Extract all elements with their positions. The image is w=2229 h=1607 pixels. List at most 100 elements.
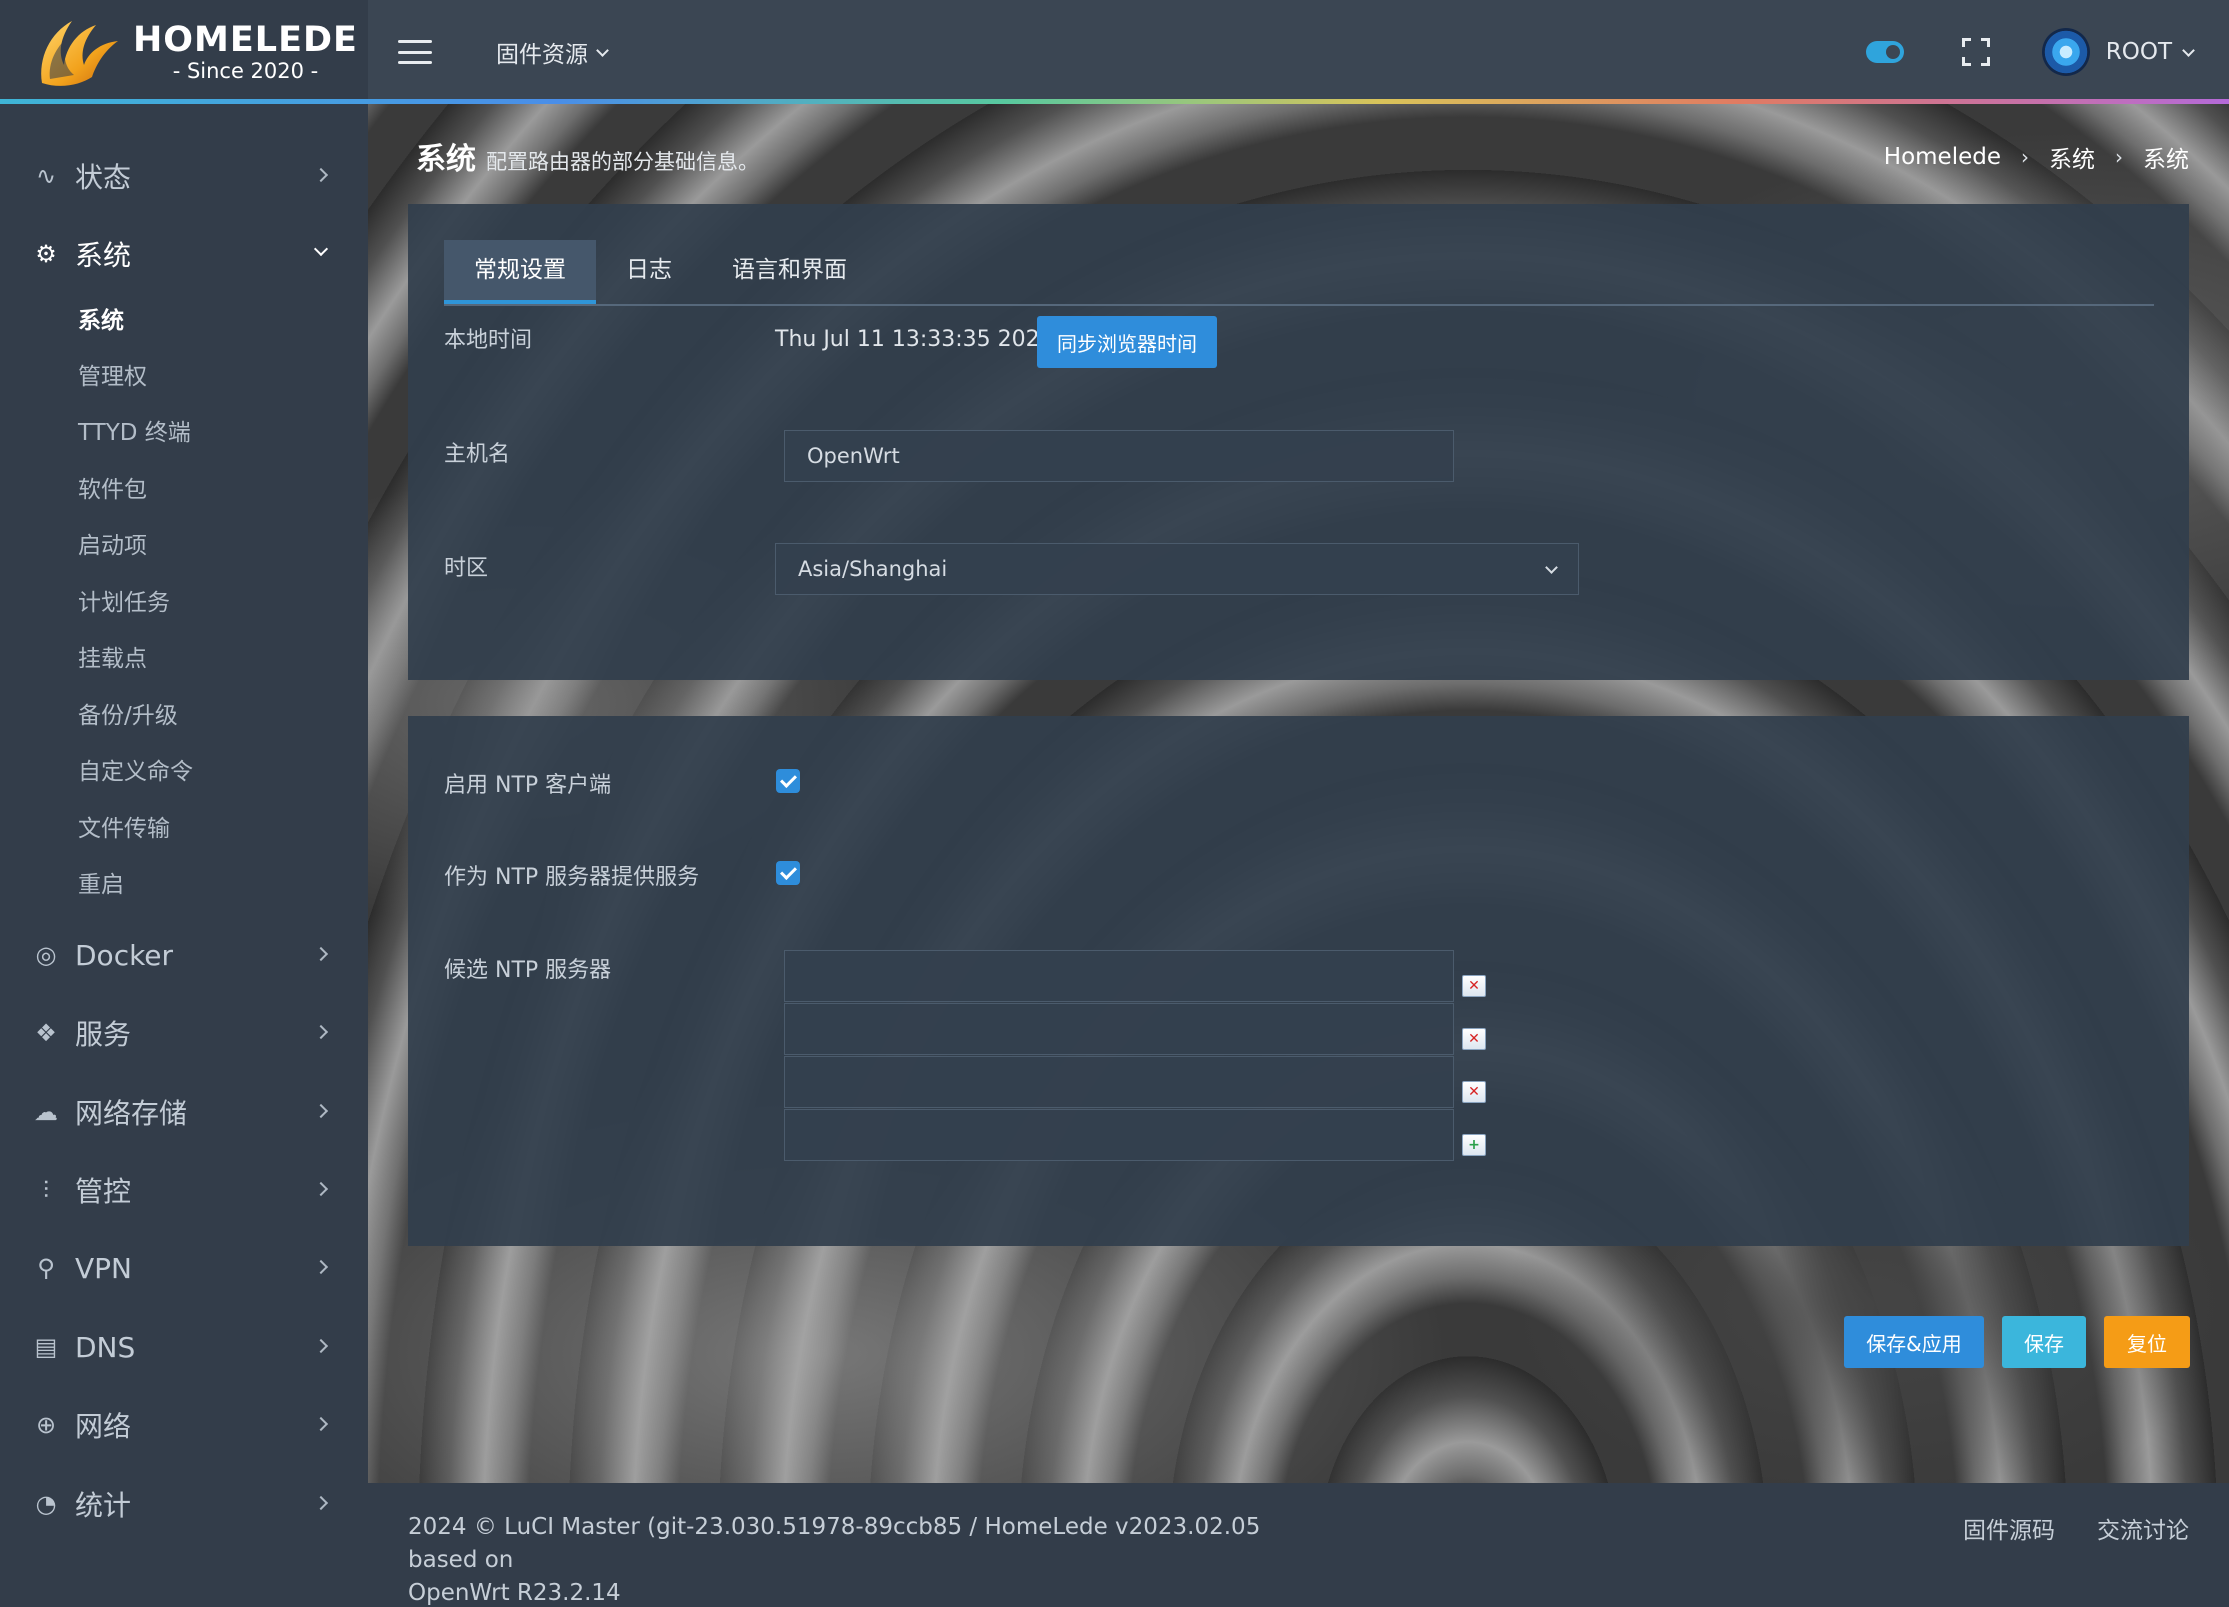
breadcrumb-item-system[interactable]: 系统	[2049, 140, 2095, 174]
chevron-right-icon	[313, 1416, 329, 1432]
top-header: HOMELEDE - Since 2020 - 固件资源 ROOT	[0, 0, 2229, 104]
ntp-client-label: 启用 NTP 客户端	[444, 773, 612, 798]
sidebar-sub-file-transfer[interactable]: 文件传输	[78, 812, 170, 846]
chevron-right-icon	[313, 1259, 329, 1275]
breadcrumb-item-current: 系统	[2143, 147, 2189, 173]
chevron-right-icon: ›	[2115, 145, 2123, 169]
sidebar-sub-ttyd[interactable]: TTYD 终端	[78, 416, 191, 450]
sidebar-sub-mounts[interactable]: 挂载点	[78, 642, 147, 676]
page-header: 系统 配置路由器的部分基础信息。	[416, 134, 759, 178]
settings-tabs: 常规设置 日志 语言和界面	[444, 240, 2154, 306]
tab-general[interactable]: 常规设置	[444, 240, 596, 304]
sidebar-sub-packages[interactable]: 软件包	[78, 473, 147, 507]
reset-button[interactable]: 复位	[2104, 1316, 2190, 1368]
chevron-down-icon	[1545, 560, 1558, 574]
breadcrumb-item-home[interactable]: Homelede	[1884, 144, 2001, 170]
ntp-candidates-label: 候选 NTP 服务器	[444, 958, 612, 983]
sidebar-item-label: 统计	[75, 1489, 132, 1522]
local-time-label: 本地时间	[444, 328, 533, 353]
ntp-client-checkbox[interactable]	[776, 769, 800, 793]
save-button[interactable]: 保存	[2002, 1316, 2086, 1368]
footer-link-discussion[interactable]: 交流讨论	[2097, 1511, 2189, 1545]
sidebar-sub-admin[interactable]: 管理权	[78, 360, 147, 394]
sidebar-item-label: 状态	[75, 161, 132, 194]
timezone-select[interactable]: Asia/Shanghai	[775, 543, 1579, 595]
sidebar-item-services[interactable]: ❖ 服务	[0, 1003, 368, 1063]
stats-icon: ◔	[35, 1490, 57, 1518]
local-time-value: Thu Jul 11 13:33:35 2024	[775, 327, 1054, 352]
main-content: 系统 配置路由器的部分基础信息。 Homelede › 系统 › 系统 常规设置…	[368, 104, 2229, 1483]
ntp-server-input[interactable]	[784, 1056, 1454, 1108]
chevron-right-icon	[313, 946, 329, 962]
ntp-server-input[interactable]	[784, 950, 1454, 1002]
firmware-resources-menu[interactable]: 固件资源	[496, 35, 609, 69]
sidebar-item-nas[interactable]: ☁ 网络存储	[0, 1082, 368, 1142]
footer-links: 固件源码 交流讨论	[1963, 1511, 2189, 1545]
add-server-icon[interactable]: +	[1462, 1134, 1486, 1156]
chevron-right-icon	[313, 167, 329, 183]
sidebar-sub-startup[interactable]: 启动项	[78, 529, 147, 563]
sidebar-item-label: Docker	[75, 938, 174, 972]
breadcrumb: Homelede › 系统 › 系统	[1884, 140, 2189, 174]
ntp-server-input[interactable]	[784, 1003, 1454, 1055]
tab-logging[interactable]: 日志	[596, 240, 702, 304]
sidebar-item-vpn[interactable]: ⚲ VPN	[0, 1238, 368, 1298]
copyright-line: OpenWrt R23.2.14	[408, 1580, 621, 1606]
sidebar-sub-backup[interactable]: 备份/升级	[78, 699, 178, 733]
ntp-server-label: 作为 NTP 服务器提供服务	[444, 865, 700, 890]
sidebar-item-label: 网络	[75, 1410, 132, 1443]
firmware-resources-label: 固件资源	[496, 42, 588, 68]
theme-toggle[interactable]	[1865, 41, 1904, 63]
sidebar-sub-custom-commands[interactable]: 自定义命令	[78, 755, 193, 789]
vpn-icon: ⚲	[37, 1254, 55, 1282]
remove-server-icon[interactable]: ✕	[1462, 975, 1486, 997]
remove-server-icon[interactable]: ✕	[1462, 1028, 1486, 1050]
sidebar-sub-crontab[interactable]: 计划任务	[78, 586, 170, 620]
ntp-server-input[interactable]	[784, 1109, 1454, 1161]
chevron-right-icon	[313, 1495, 329, 1511]
footer: 2024 © LuCI Master (git-23.030.51978-89c…	[368, 1483, 2229, 1607]
sidebar-item-stats[interactable]: ◔ 统计	[0, 1474, 368, 1534]
activity-icon: ∿	[35, 162, 57, 190]
sidebar-item-status[interactable]: ∿ 状态	[0, 146, 368, 206]
chevron-down-icon	[596, 43, 609, 57]
menu-toggle-icon[interactable]	[398, 40, 432, 64]
cloud-storage-icon: ☁	[34, 1098, 58, 1126]
avatar[interactable]	[2041, 28, 2090, 76]
sidebar-item-docker[interactable]: ◎ Docker	[0, 925, 368, 985]
remove-server-icon[interactable]: ✕	[1462, 1081, 1486, 1103]
chevron-down-icon	[2182, 43, 2195, 57]
brand-name: HOMELEDE	[133, 20, 358, 60]
footer-link-source[interactable]: 固件源码	[1963, 1511, 2055, 1545]
brand-since: - Since 2020 -	[172, 59, 319, 83]
sidebar-item-system[interactable]: ⚙ 系统	[0, 224, 368, 284]
sidebar-sub-system[interactable]: 系统	[78, 304, 124, 338]
chevron-right-icon	[313, 1181, 329, 1197]
sidebar-item-label: 系统	[75, 239, 132, 272]
brand[interactable]: HOMELEDE - Since 2020 -	[0, 0, 368, 104]
copyright: 2024 © LuCI Master (git-23.030.51978-89c…	[408, 1511, 1308, 1607]
chevron-down-icon	[313, 241, 329, 257]
timezone-value: Asia/Shanghai	[798, 557, 948, 581]
hostname-label: 主机名	[444, 442, 511, 467]
phoenix-logo-icon	[41, 21, 118, 86]
hostname-input[interactable]: OpenWrt	[784, 430, 1454, 482]
dns-icon: ▤	[34, 1333, 58, 1361]
save-apply-button[interactable]: 保存&应用	[1844, 1316, 1984, 1368]
sidebar-item-control[interactable]: ⫶ 管控	[0, 1160, 368, 1220]
sidebar-item-dns[interactable]: ▤ DNS	[0, 1317, 368, 1377]
sidebar-item-network[interactable]: ⊕ 网络	[0, 1395, 368, 1455]
ntp-server-checkbox[interactable]	[776, 861, 800, 885]
sliders-icon: ⫶	[43, 1176, 49, 1204]
copyright-line: 2024 © LuCI Master (git-23.030.51978-89c…	[408, 1514, 1261, 1573]
chevron-right-icon: ›	[2021, 145, 2029, 169]
sidebar-item-label: DNS	[75, 1330, 136, 1364]
timezone-label: 时区	[444, 556, 489, 581]
user-name: ROOT	[2105, 39, 2172, 65]
sidebar-item-label: 网络存储	[75, 1097, 188, 1130]
user-menu[interactable]: ROOT	[2105, 39, 2195, 65]
fullscreen-icon[interactable]	[1961, 38, 1990, 66]
sidebar-sub-reboot[interactable]: 重启	[78, 868, 124, 902]
tab-language[interactable]: 语言和界面	[702, 240, 877, 304]
sync-browser-time-button[interactable]: 同步浏览器时间	[1037, 316, 1217, 368]
